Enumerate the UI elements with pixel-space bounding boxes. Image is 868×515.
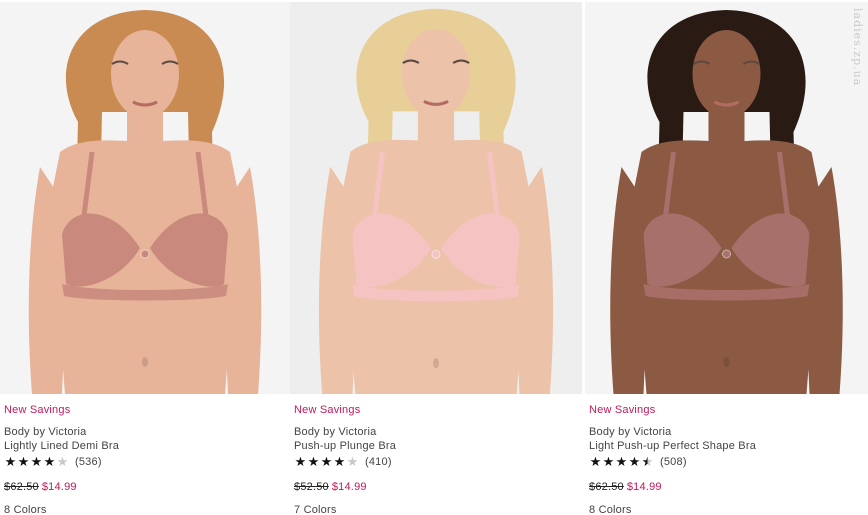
- star-icon: ★: [30, 454, 43, 469]
- review-count: (508): [660, 456, 687, 468]
- product-image[interactable]: [290, 2, 582, 394]
- product-price: $62.50 $14.99: [4, 480, 290, 494]
- product-brand: Body by Victoria: [294, 426, 377, 438]
- product-card[interactable]: New Savings Body by Victoria Lightly Lin…: [0, 0, 290, 515]
- savings-badge: New Savings: [589, 404, 656, 416]
- model-photo: [0, 2, 290, 394]
- star-icon: ★: [4, 454, 17, 469]
- star-rating: ★ ★ ★ ★ ★: [4, 455, 69, 469]
- product-card[interactable]: New Savings Body by Victoria Push-up Plu…: [290, 0, 582, 515]
- star-rating: ★ ★ ★ ★ ★: [294, 455, 359, 469]
- sale-price: $14.99: [41, 481, 77, 493]
- product-image[interactable]: [585, 2, 868, 394]
- star-icon: ★: [346, 454, 359, 469]
- product-info: New Savings Body by Victoria Push-up Plu…: [294, 403, 582, 515]
- product-name-link[interactable]: Light Push-up Perfect Shape Bra: [589, 439, 868, 454]
- product-info: New Savings Body by Victoria Lightly Lin…: [4, 403, 290, 515]
- product-brand: Body by Victoria: [4, 426, 87, 438]
- review-count: (536): [75, 456, 102, 468]
- product-price: $62.50 $14.99: [589, 480, 868, 494]
- original-price: $62.50: [589, 481, 624, 493]
- watermark: ladies.zp.ua: [851, 8, 864, 87]
- star-icon: ★: [43, 454, 56, 469]
- savings-badge: New Savings: [294, 404, 361, 416]
- star-icon: ★: [589, 454, 602, 469]
- review-count: (410): [365, 456, 392, 468]
- product-grid: New Savings Body by Victoria Lightly Lin…: [0, 0, 868, 515]
- product-price: $52.50 $14.99: [294, 480, 582, 494]
- product-rating[interactable]: ★ ★ ★ ★ ★ (536): [4, 454, 290, 470]
- product-card[interactable]: ladies.zp.ua New Savings Body by Victori…: [585, 0, 868, 515]
- star-icon: ★: [602, 454, 615, 469]
- product-rating[interactable]: ★ ★ ★ ★ ★ (410): [294, 454, 582, 470]
- model-photo: [290, 2, 582, 394]
- color-count[interactable]: 7 Colors: [294, 504, 582, 515]
- product-brand: Body by Victoria: [589, 426, 672, 438]
- color-count[interactable]: 8 Colors: [4, 504, 290, 515]
- product-name-link[interactable]: Lightly Lined Demi Bra: [4, 439, 290, 454]
- star-icon: ★: [641, 454, 654, 469]
- star-rating: ★ ★ ★ ★ ★: [589, 455, 654, 469]
- star-icon: ★: [307, 454, 320, 469]
- star-icon: ★: [615, 454, 628, 469]
- sale-price: $14.99: [626, 481, 662, 493]
- star-icon: ★: [56, 454, 69, 469]
- star-icon: ★: [17, 454, 30, 469]
- product-image[interactable]: [0, 2, 290, 394]
- color-count[interactable]: 8 Colors: [589, 504, 868, 515]
- star-icon: ★: [333, 454, 346, 469]
- star-icon: ★: [628, 454, 641, 469]
- product-rating[interactable]: ★ ★ ★ ★ ★ (508): [589, 454, 868, 470]
- product-name-link[interactable]: Push-up Plunge Bra: [294, 439, 582, 454]
- star-icon: ★: [294, 454, 307, 469]
- product-info: New Savings Body by Victoria Light Push-…: [589, 403, 868, 515]
- savings-badge: New Savings: [4, 404, 71, 416]
- sale-price: $14.99: [331, 481, 367, 493]
- star-icon: ★: [320, 454, 333, 469]
- original-price: $62.50: [4, 481, 39, 493]
- model-photo: [585, 2, 868, 394]
- original-price: $52.50: [294, 481, 329, 493]
